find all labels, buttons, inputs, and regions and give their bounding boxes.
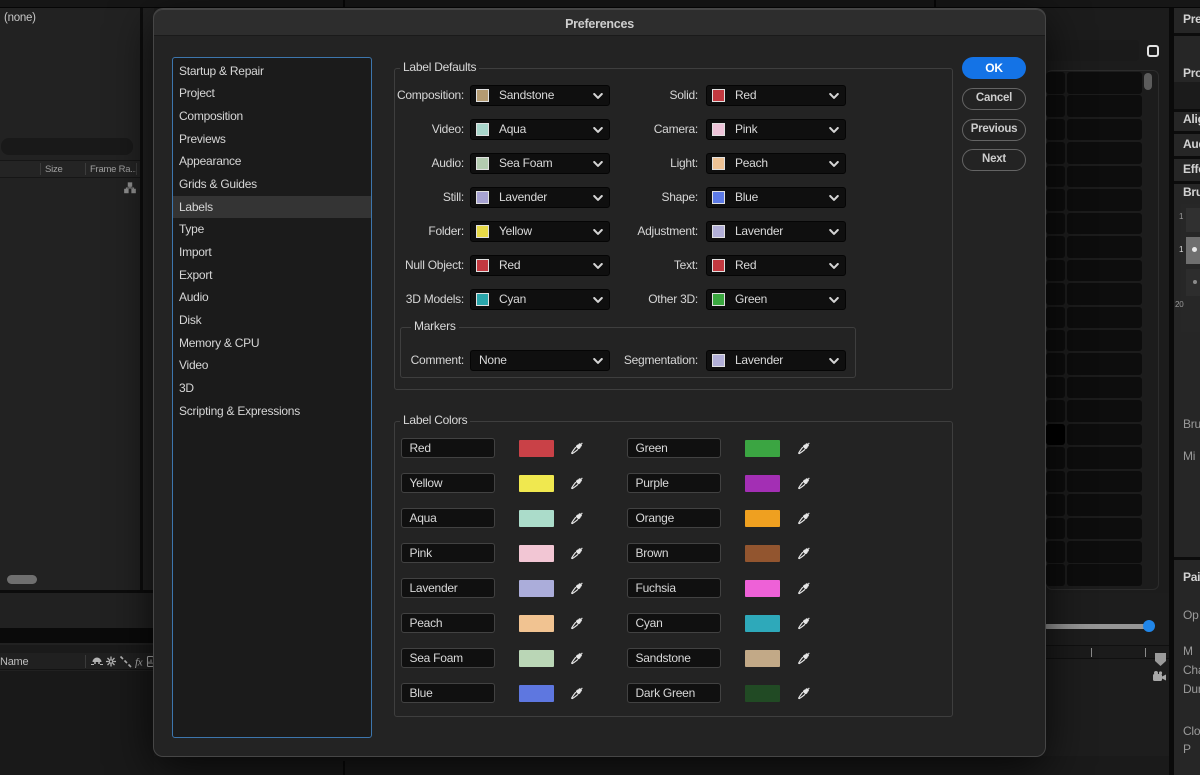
svg-text:fx: fx (135, 657, 143, 669)
